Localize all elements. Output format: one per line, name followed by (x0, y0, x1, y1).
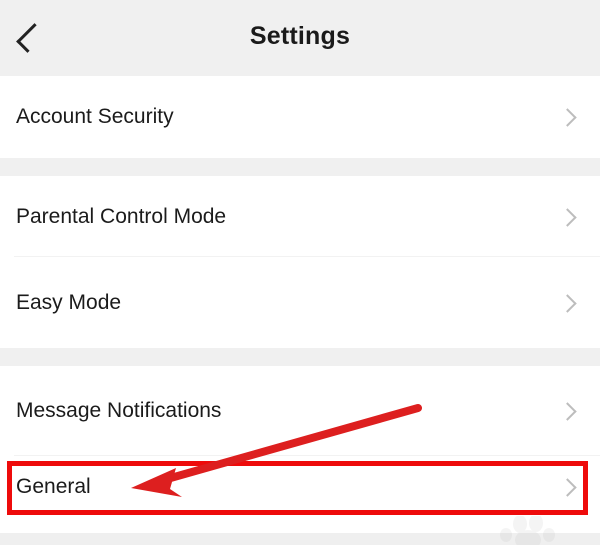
chevron-right-icon (558, 293, 577, 313)
list-item-account-security[interactable]: Account Security (0, 76, 600, 158)
settings-group-3: Message Notifications General (0, 366, 600, 517)
row-label: Message Notifications (16, 399, 222, 422)
page-title: Settings (249, 22, 351, 50)
settings-group-2: Parental Control Mode Easy Mode (0, 176, 600, 348)
list-item-easy-mode[interactable]: Easy Mode (0, 257, 600, 348)
row-label: Parental Control Mode (16, 204, 227, 228)
row-label: Account Security (16, 105, 174, 128)
group-separator-1 (0, 158, 600, 176)
chevron-right-icon (558, 402, 577, 421)
row-label: Easy Mode (16, 290, 122, 314)
chevron-right-icon (558, 477, 577, 497)
paw-print-watermark (500, 516, 555, 545)
chevron-right-icon (558, 108, 577, 127)
row-label: General (16, 474, 91, 498)
settings-screen: Settings Account Security Parental Contr… (0, 0, 600, 545)
chevron-right-icon (558, 207, 577, 227)
list-item-parental-control-mode[interactable]: Parental Control Mode (0, 176, 600, 257)
navigation-bar: Settings (0, 0, 600, 76)
list-item-general[interactable]: General (0, 456, 600, 517)
list-item-message-notifications[interactable]: Message Notifications (0, 366, 600, 456)
group-separator-2 (0, 348, 600, 366)
settings-group-1: Account Security (0, 76, 600, 158)
